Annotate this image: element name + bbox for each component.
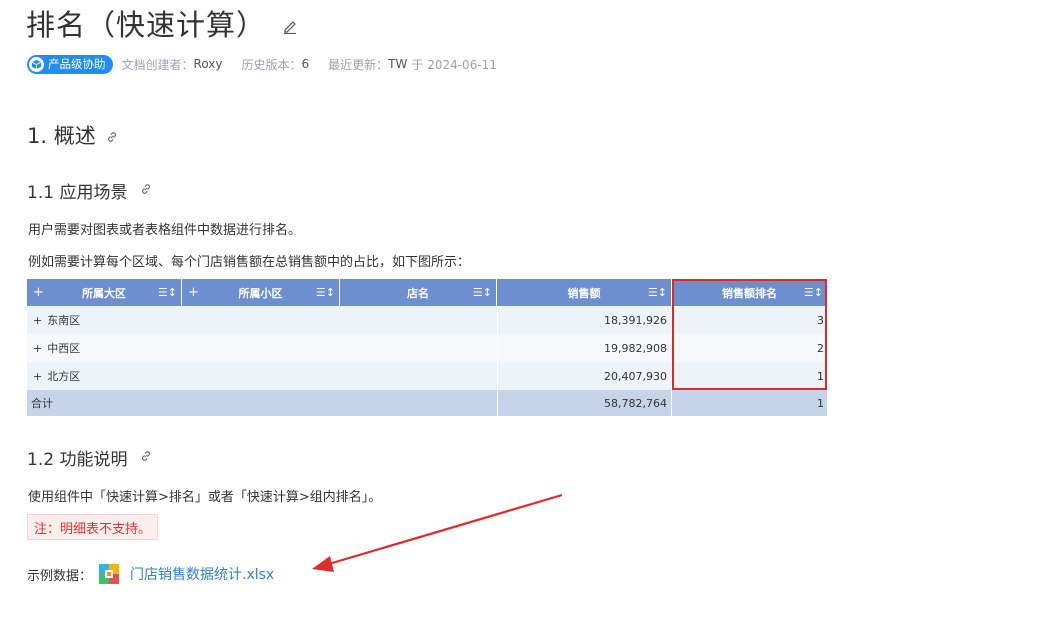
- region-name: 东南区: [47, 314, 81, 327]
- sort-icon[interactable]: ☰↕: [473, 286, 492, 299]
- expand-icon[interactable]: +: [188, 285, 199, 300]
- heading-function: 1.2 功能说明: [27, 450, 128, 470]
- anchor-link-icon[interactable]: [106, 131, 118, 143]
- expand-icon[interactable]: +: [33, 285, 44, 300]
- anchor-link-icon[interactable]: [140, 183, 152, 195]
- highlight-box: [672, 279, 827, 390]
- region-name: 中西区: [47, 342, 81, 355]
- anchor-link-icon[interactable]: [140, 450, 152, 462]
- region-cell[interactable]: + 北方区: [33, 362, 80, 390]
- region-cell[interactable]: + 东南区: [33, 306, 80, 334]
- expand-icon[interactable]: +: [33, 314, 42, 327]
- doc-meta: 产品级协助 文档创建者： Roxy 历史版本： 6 最近更新： TW 于 202…: [27, 54, 497, 74]
- paragraph-example: 例如需要计算每个区域、每个门店销售额在总销售额中的占比，如下图所示：: [28, 255, 471, 270]
- updated-label: 最近更新：: [328, 57, 389, 72]
- heading-use-cases: 1.1 应用场景: [27, 183, 128, 203]
- header-label: 店名: [407, 286, 429, 300]
- region-name: 北方区: [47, 370, 81, 383]
- page-title: 排名（快速计算）: [26, 8, 267, 42]
- sales-cell: 20,407,930: [604, 369, 667, 383]
- updated-by: TW: [388, 57, 408, 71]
- version-label: 历史版本：: [241, 57, 302, 72]
- sales-cell: 18,391,926: [604, 313, 667, 327]
- sample-label: 示例数据：: [27, 568, 93, 584]
- header-sales[interactable]: 销售额 ☰↕: [497, 279, 672, 306]
- ranking-table: + 所属大区 ☰↕ + 所属小区 ☰↕ 店名 ☰↕ 销售额 ☰↕ 销售额排名 ☰…: [27, 279, 827, 416]
- sort-icon[interactable]: ☰↕: [316, 286, 335, 299]
- creator-label: 文档创建者：: [121, 57, 194, 72]
- sort-icon[interactable]: ☰↕: [158, 286, 177, 299]
- sort-icon[interactable]: ☰↕: [648, 286, 667, 299]
- sample-data: 示例数据： 门店销售数据统计.xlsx: [27, 562, 274, 586]
- badge-label: 产品级协助: [48, 57, 106, 71]
- updated-date: 于 2024-06-11: [411, 57, 497, 72]
- total-label: 合计: [31, 397, 53, 410]
- header-store[interactable]: 店名 ☰↕: [340, 279, 497, 306]
- total-sales: 58,782,764: [604, 396, 667, 410]
- heading-overview: 1. 概述: [27, 124, 96, 148]
- sales-cell: 19,982,908: [604, 341, 667, 355]
- expand-icon[interactable]: +: [33, 342, 42, 355]
- spreadsheet-icon: [98, 564, 120, 584]
- paragraph-use-case: 用户需要对图表或者表格组件中数据进行排名。: [28, 223, 302, 238]
- region-cell[interactable]: + 中西区: [33, 334, 80, 362]
- table-total-row: 合计 58,782,764 1: [27, 390, 827, 416]
- header-label: 销售额: [567, 286, 601, 300]
- edit-icon[interactable]: [282, 18, 298, 34]
- product-badge[interactable]: 产品级协助: [27, 54, 113, 74]
- header-label: 所属大区: [82, 286, 126, 300]
- header-subregion[interactable]: + 所属小区 ☰↕: [182, 279, 340, 306]
- sample-file-link[interactable]: 门店销售数据统计.xlsx: [130, 564, 274, 584]
- header-region[interactable]: + 所属大区 ☰↕: [27, 279, 182, 306]
- expand-icon[interactable]: +: [33, 370, 42, 383]
- header-label: 所属小区: [238, 286, 283, 300]
- cube-icon: [29, 56, 44, 72]
- warning-note: 注：明细表不支持。: [27, 514, 159, 540]
- creator-name: Roxy: [193, 57, 223, 71]
- version-value[interactable]: 6: [302, 57, 310, 71]
- annotation-arrow: [312, 493, 563, 572]
- total-rank: 1: [817, 396, 824, 410]
